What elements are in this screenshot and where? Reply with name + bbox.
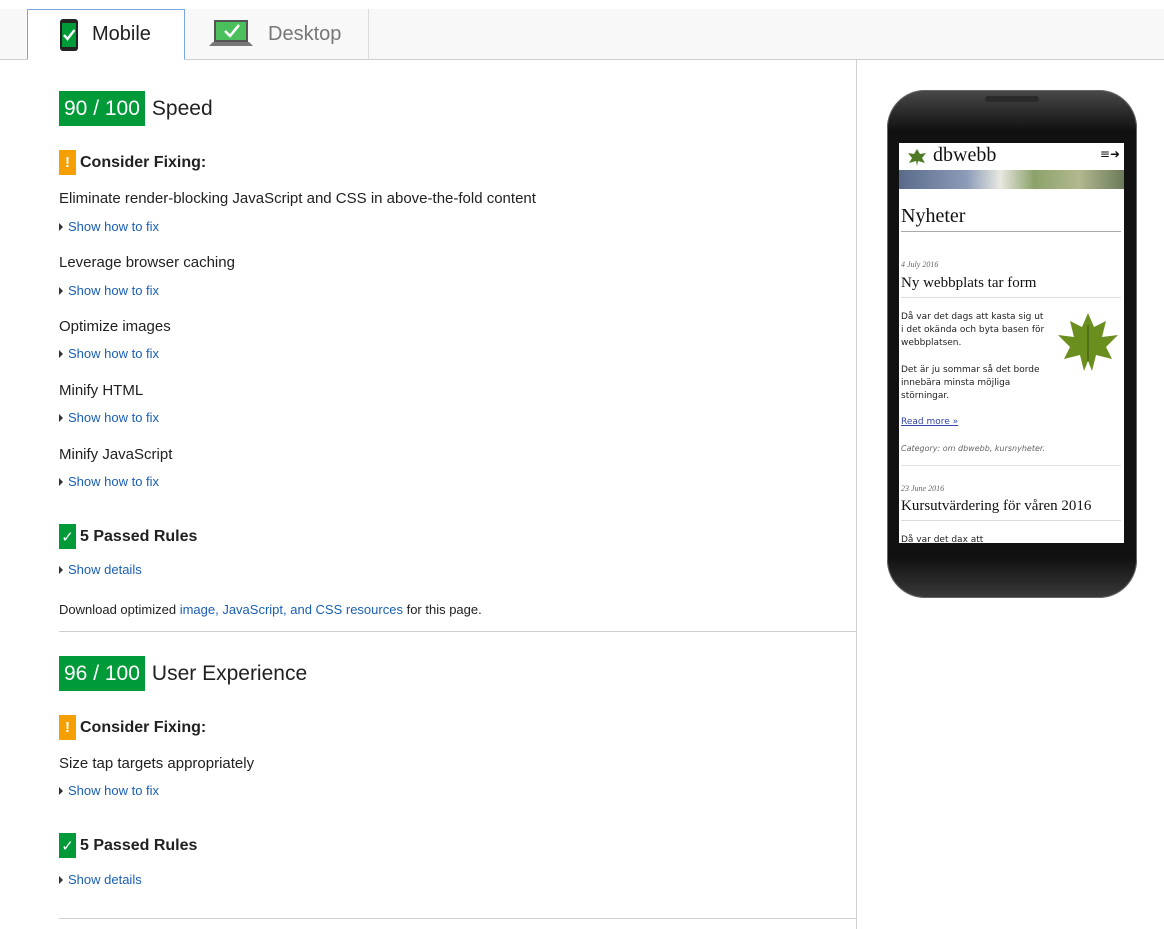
ux-consider-fixing: ! Consider Fixing: [59, 715, 206, 740]
ux-header: 96 / 100 User Experience [59, 656, 307, 691]
preview-post-text: Då var det dax att [901, 535, 984, 543]
preview-rule [901, 297, 1121, 298]
preview-post-text: störningar. [901, 391, 950, 401]
speed-score: 90 / 100 [59, 91, 145, 126]
section-divider [59, 631, 856, 632]
preview-post-text: Det är ju sommar så det borde [901, 365, 1040, 375]
leaf-logo-icon [908, 149, 926, 166]
preview-category: Category: om dbwebb, kursnyheter. [901, 444, 1045, 453]
show-details-label: Show details [68, 562, 142, 577]
show-how-to-fix-link[interactable]: Show how to fix [59, 283, 159, 298]
preview-read-more: Read more » [901, 417, 959, 427]
show-details-label: Show details [68, 872, 142, 887]
preview-heading: Nyheter [901, 205, 966, 227]
preview-post-text: webbplatsen. [901, 338, 962, 348]
passed-rules-label: 5 Passed Rules [80, 527, 198, 545]
show-how-to-fix-label: Show how to fix [68, 783, 160, 798]
show-details-link[interactable]: Show details [59, 872, 142, 887]
preview-rule [901, 465, 1121, 466]
column-divider [856, 60, 857, 929]
expand-triangle-icon [59, 286, 63, 295]
preview-post-title: Kursutvärdering för våren 2016 [901, 498, 1092, 514]
expand-triangle-icon [59, 477, 63, 486]
preview-site-name: dbwebb [933, 144, 997, 166]
preview-post-date: 23 June 2016 [901, 484, 945, 493]
preview-post-text: innebära minsta möjliga [901, 378, 1011, 388]
preview-post-date: 4 July 2016 [901, 260, 939, 269]
expand-triangle-icon [59, 349, 63, 358]
speed-consider-fixing: ! Consider Fixing: [59, 150, 206, 175]
preview-post-text: i det okända och byta basen för [901, 325, 1045, 335]
ux-score: 96 / 100 [59, 656, 145, 691]
phone-check-icon [60, 18, 78, 51]
tab-desktop-label: Desktop [268, 22, 342, 45]
preview-banner [899, 170, 1124, 189]
rule-title: Optimize images [59, 318, 171, 335]
show-details-link[interactable]: Show details [59, 562, 142, 577]
speed-header: 90 / 100 Speed [59, 91, 213, 126]
ux-passed-rules: ✓ 5 Passed Rules [59, 833, 197, 858]
show-how-to-fix-label: Show how to fix [68, 346, 160, 361]
preview-screen: dbwebb ≡➜ Nyheter 4 July 2016 Ny webbpla… [899, 143, 1124, 543]
rule-title: Leverage browser caching [59, 254, 235, 271]
rule-title: Minify JavaScript [59, 446, 173, 463]
tab-mobile[interactable]: Mobile [27, 9, 185, 60]
show-how-to-fix-link[interactable]: Show how to fix [59, 346, 159, 361]
rule-title: Size tap targets appropriately [59, 755, 255, 772]
maple-leaf-icon [1058, 313, 1118, 371]
check-icon: ✓ [59, 833, 76, 858]
download-prefix: Download optimized [59, 602, 180, 617]
tab-desktop[interactable]: Desktop [185, 9, 369, 59]
download-suffix: for this page. [402, 602, 482, 617]
rule-title: Eliminate render-blocking JavaScript and… [59, 190, 536, 207]
speed-passed-rules: ✓ 5 Passed Rules [59, 524, 197, 549]
rule-title: Minify HTML [59, 382, 144, 399]
expand-triangle-icon [59, 413, 63, 422]
preview-header: dbwebb ≡➜ [899, 143, 1124, 170]
show-how-to-fix-label: Show how to fix [68, 283, 160, 298]
mobile-preview: dbwebb ≡➜ Nyheter 4 July 2016 Ny webbpla… [887, 90, 1137, 598]
laptop-check-icon [209, 20, 253, 46]
phone-speaker [985, 96, 1039, 102]
ux-title: User Experience [151, 661, 308, 685]
show-how-to-fix-label: Show how to fix [68, 410, 160, 425]
expand-triangle-icon [59, 222, 63, 231]
download-optimized: Download optimized image, JavaScript, an… [59, 602, 482, 617]
check-icon: ✓ [59, 524, 76, 549]
preview-rule [901, 520, 1121, 521]
expand-triangle-icon [59, 565, 63, 574]
consider-fixing-label: Consider Fixing: [80, 718, 207, 736]
show-how-to-fix-link[interactable]: Show how to fix [59, 783, 159, 798]
show-how-to-fix-label: Show how to fix [68, 219, 160, 234]
warning-icon: ! [59, 150, 76, 175]
passed-rules-label: 5 Passed Rules [80, 836, 198, 854]
consider-fixing-label: Consider Fixing: [80, 153, 207, 171]
show-how-to-fix-label: Show how to fix [68, 474, 160, 489]
speed-title: Speed [151, 96, 213, 120]
warning-icon: ! [59, 715, 76, 740]
menu-login-icon: ≡➜ [1099, 147, 1120, 161]
report-tabs: Mobile Desktop [0, 9, 1164, 60]
show-how-to-fix-link[interactable]: Show how to fix [59, 474, 159, 489]
show-how-to-fix-link[interactable]: Show how to fix [59, 410, 159, 425]
section-divider [59, 918, 856, 919]
preview-post-text: Då var det dags att kasta sig ut [901, 312, 1044, 322]
expand-triangle-icon [59, 875, 63, 884]
show-how-to-fix-link[interactable]: Show how to fix [59, 219, 159, 234]
tab-mobile-label: Mobile [92, 23, 151, 45]
expand-triangle-icon [59, 786, 63, 795]
preview-post-title: Ny webbplats tar form [901, 275, 1037, 291]
preview-rule [901, 231, 1121, 232]
download-resources-link[interactable]: image, JavaScript, and CSS resources [180, 602, 403, 617]
